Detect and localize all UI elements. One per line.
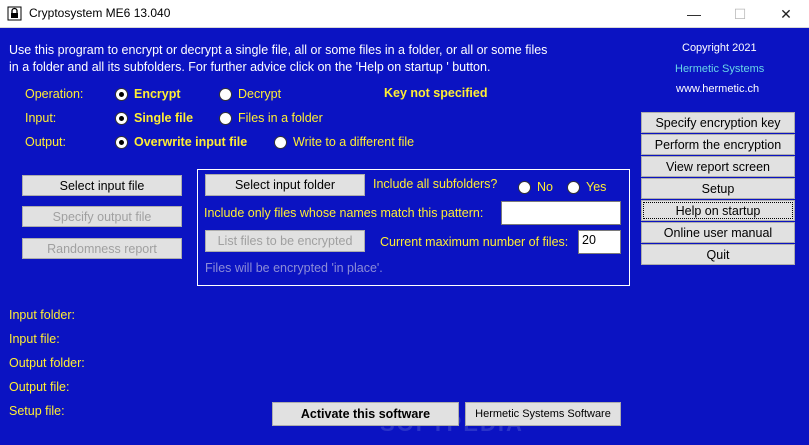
radio-single-file[interactable]: Single file <box>115 111 193 125</box>
activate-software-button[interactable]: Activate this software <box>272 402 459 426</box>
intro-line-1: Use this program to encrypt or decrypt a… <box>9 43 548 57</box>
perform-encryption-button[interactable]: Perform the encryption <box>641 134 795 155</box>
company-link[interactable]: Hermetic Systems <box>675 63 764 75</box>
output-file-label: Output file: <box>9 380 70 394</box>
pattern-input[interactable] <box>501 201 621 225</box>
radio-unselected-icon <box>518 180 531 194</box>
window-title: Cryptosystem ME6 13.040 <box>29 6 171 20</box>
hermetic-software-button[interactable]: Hermetic Systems Software <box>465 402 621 426</box>
include-subfolders-label: Include all subfolders? <box>373 177 498 191</box>
input-label: Input: <box>25 111 57 125</box>
radio-encrypt-label: Encrypt <box>134 87 181 101</box>
radio-decrypt[interactable]: Decrypt <box>219 87 281 101</box>
radio-overwrite[interactable]: Overwrite input file <box>115 135 247 149</box>
max-files-label: Current maximum number of files: <box>380 235 569 249</box>
radio-selected-icon <box>115 111 128 125</box>
radio-selected-icon <box>115 135 128 149</box>
key-status: Key not specified <box>384 86 488 100</box>
intro-line-2: in a folder and all its subfolders. For … <box>9 60 491 74</box>
output-folder-label: Output folder: <box>9 356 85 370</box>
main-panel: Use this program to encrypt or decrypt a… <box>0 28 809 445</box>
radio-unselected-icon <box>219 111 232 125</box>
select-input-folder-button[interactable]: Select input folder <box>205 174 365 196</box>
output-label: Output: <box>25 135 66 149</box>
radio-selected-icon <box>115 87 128 101</box>
in-place-note: Files will be encrypted 'in place'. <box>205 261 383 275</box>
minimize-icon: — <box>687 6 701 22</box>
specify-output-file-button[interactable]: Specify output file <box>22 206 182 227</box>
lock-app-icon <box>7 6 22 21</box>
radio-unselected-icon <box>274 135 287 149</box>
specify-key-button[interactable]: Specify encryption key <box>641 112 795 133</box>
title-bar[interactable]: Cryptosystem ME6 13.040 — ☐ ✕ <box>0 0 809 28</box>
intro-text: Use this program to encrypt or decrypt a… <box>9 42 609 76</box>
close-button[interactable]: ✕ <box>763 0 809 28</box>
pattern-label: Include only files whose names match thi… <box>204 206 484 220</box>
radio-decrypt-label: Decrypt <box>238 87 282 101</box>
quit-button[interactable]: Quit <box>641 244 795 265</box>
radio-overwrite-label: Overwrite input file <box>134 135 248 149</box>
copyright-text: Copyright 2021 <box>682 42 757 54</box>
input-file-label: Input file: <box>9 332 60 346</box>
website-link[interactable]: www.hermetic.ch <box>676 83 759 95</box>
help-on-startup-button[interactable]: Help on startup <box>641 200 795 221</box>
radio-subfolders-yes-label: Yes <box>586 180 607 194</box>
select-input-file-button[interactable]: Select input file <box>22 175 182 196</box>
radio-different-file-label: Write to a different file <box>293 135 415 149</box>
input-folder-label: Input folder: <box>9 308 76 322</box>
list-files-button[interactable]: List files to be encrypted <box>205 230 365 252</box>
radio-unselected-icon <box>567 180 580 194</box>
radio-subfolders-yes[interactable]: Yes <box>567 180 606 194</box>
maximize-button[interactable]: ☐ <box>717 0 763 28</box>
online-manual-button[interactable]: Online user manual <box>641 222 795 243</box>
radio-files-in-folder-label: Files in a folder <box>238 111 323 125</box>
radio-files-in-folder[interactable]: Files in a folder <box>219 111 323 125</box>
minimize-button[interactable]: — <box>671 0 717 28</box>
radio-unselected-icon <box>219 87 232 101</box>
radio-single-file-label: Single file <box>134 111 194 125</box>
close-icon: ✕ <box>780 5 792 22</box>
maximize-icon: ☐ <box>733 5 747 22</box>
radio-encrypt[interactable]: Encrypt <box>115 87 181 101</box>
operation-label: Operation: <box>25 87 84 101</box>
randomness-report-button[interactable]: Randomness report <box>22 238 182 259</box>
setup-button[interactable]: Setup <box>641 178 795 199</box>
radio-different-file[interactable]: Write to a different file <box>274 135 414 149</box>
radio-subfolders-no-label: No <box>537 180 553 194</box>
view-report-button[interactable]: View report screen <box>641 156 795 177</box>
setup-file-label: Setup file: <box>9 404 65 418</box>
radio-subfolders-no[interactable]: No <box>518 180 553 194</box>
max-files-input[interactable]: 20 <box>578 230 621 254</box>
